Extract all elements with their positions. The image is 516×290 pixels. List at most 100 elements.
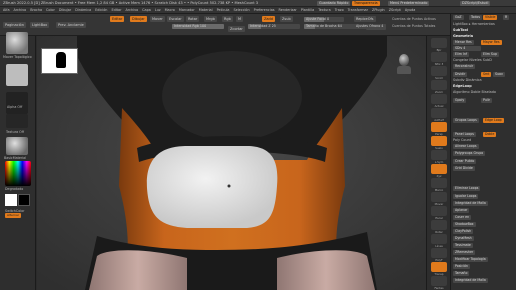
edgeloop-header[interactable]: EdgeLoop bbox=[453, 84, 472, 88]
scale-button[interactable]: Escalar bbox=[167, 16, 184, 22]
navigation-thumbnail[interactable] bbox=[41, 48, 78, 74]
visible-button[interactable]: Visible bbox=[483, 15, 498, 20]
align-loops-button[interactable]: Alinear Loops bbox=[453, 144, 479, 149]
dock-transp-button[interactable]: Transp bbox=[431, 262, 447, 276]
active-points-slider[interactable]: Ajustes Ofrono 4 bbox=[354, 24, 386, 29]
material-thumbnail[interactable] bbox=[6, 137, 28, 155]
gpoly-button[interactable]: Gpoly bbox=[453, 98, 467, 103]
polygroups-group-button[interactable]: Polygroups Grupo bbox=[453, 151, 486, 156]
menu-item[interactable]: Preferencias bbox=[254, 8, 275, 12]
menu-item[interactable]: Brocha bbox=[30, 8, 42, 12]
pagination-button[interactable]: Paginación bbox=[3, 22, 26, 28]
edit-button[interactable]: Editar bbox=[110, 16, 125, 22]
focal-shift-slider[interactable]: Ajuste Focal 0 bbox=[304, 17, 344, 22]
canvas-viewport[interactable] bbox=[37, 36, 426, 290]
stroke-thumbnail[interactable] bbox=[6, 64, 28, 86]
equal-loops-button[interactable]: Igualar Loops bbox=[453, 194, 479, 199]
grid-divide-button[interactable]: Grid Divide bbox=[453, 166, 475, 171]
menu-item[interactable]: Alfa bbox=[3, 8, 10, 12]
zscript-button[interactable]: DZScript/Estudi bbox=[460, 1, 491, 6]
zremesher-button[interactable]: ZRemesher bbox=[453, 250, 476, 255]
color-picker[interactable] bbox=[5, 161, 31, 186]
del-lower-button[interactable]: Elim Inf bbox=[453, 52, 469, 57]
zcut-button[interactable]: Zcortar bbox=[228, 26, 245, 32]
higher-res-button[interactable]: Mayor Res bbox=[481, 40, 502, 45]
menu-item[interactable]: ZScript bbox=[389, 8, 401, 12]
modify-topology-button[interactable]: Modificar Topología bbox=[453, 257, 488, 262]
zadd-button[interactable]: Zadd bbox=[262, 16, 275, 22]
dock-persp-button[interactable]: Persp bbox=[431, 122, 447, 136]
mesh-integrity-2-button[interactable]: Integridad de Malla bbox=[453, 278, 488, 283]
suv-toggle[interactable]: Suav bbox=[493, 72, 505, 77]
menu-item[interactable]: Renderizar bbox=[279, 8, 297, 12]
alpha-thumbnail[interactable] bbox=[6, 92, 28, 114]
brush-thumbnail[interactable] bbox=[6, 32, 28, 54]
menu-item[interactable]: Dibujar bbox=[59, 8, 71, 12]
dock-bpr-button[interactable]: Bpr bbox=[431, 38, 447, 52]
texture-thumbnail[interactable] bbox=[6, 114, 28, 128]
goz-button[interactable]: GoZ bbox=[453, 15, 464, 20]
dock-floor-button[interactable]: Suelo bbox=[431, 136, 447, 150]
sdiv-slider[interactable]: SDiv 4 bbox=[453, 46, 481, 51]
menu-item[interactable]: Macro bbox=[165, 8, 175, 12]
replace-button[interactable]: RepiceOfs bbox=[354, 16, 376, 22]
menu-item[interactable]: Textura bbox=[318, 8, 330, 12]
primary-color-swatch[interactable] bbox=[5, 194, 17, 206]
menu-item[interactable]: Plantilla bbox=[301, 8, 314, 12]
dock-ghost-button[interactable]: Fantas bbox=[431, 276, 447, 290]
menu-item[interactable]: Edición bbox=[95, 8, 107, 12]
mesh-integrity-button[interactable]: Integridad de Malla bbox=[453, 201, 488, 206]
claypolish-button[interactable]: ClayPolish bbox=[453, 229, 474, 234]
menu-item[interactable]: Archivo bbox=[125, 8, 138, 12]
rotate-button[interactable]: Rotar bbox=[186, 16, 200, 22]
size-button[interactable]: Tamaño bbox=[453, 271, 470, 276]
panel-loops-button[interactable]: Panel Loops bbox=[453, 132, 476, 137]
dock-polyf-button[interactable]: PolyF bbox=[431, 248, 447, 262]
smt-toggle[interactable]: Smt bbox=[481, 72, 492, 77]
dock-actual-button[interactable]: Actual bbox=[431, 94, 447, 108]
rgb-intensity-slider[interactable]: Intensidad Rgb 100 bbox=[172, 24, 224, 29]
tessimate-button[interactable]: Tessimate bbox=[453, 243, 473, 248]
menu-item[interactable]: Transformar bbox=[348, 8, 368, 12]
alternate-button[interactable]: Alternar bbox=[5, 213, 22, 218]
menu-item[interactable]: Dinámica bbox=[75, 8, 91, 12]
dock-rotate-button[interactable]: Rotar bbox=[431, 220, 447, 234]
move-button[interactable]: Mover bbox=[150, 16, 165, 22]
position-button[interactable]: Posición bbox=[453, 264, 470, 269]
geometry-header[interactable]: Geometría bbox=[453, 34, 473, 38]
dock-line-button[interactable]: Línea bbox=[431, 234, 447, 248]
menu-item[interactable]: Archivo bbox=[14, 8, 27, 12]
del-higher-button[interactable]: Elim Sup bbox=[481, 52, 499, 57]
dock-scale-button[interactable]: Escal bbox=[431, 206, 447, 220]
divide-button[interactable]: Dividir bbox=[453, 72, 468, 77]
dock-xyz-button[interactable]: Xyz bbox=[431, 164, 447, 178]
lightbox-tools-label[interactable]: LightBox ▸ Herramientas bbox=[453, 22, 495, 26]
mrgb-button[interactable]: Mrgb bbox=[204, 16, 217, 22]
menu-item[interactable]: Color bbox=[46, 8, 55, 12]
freeze-subd-button[interactable]: Congelar Niveles SubD bbox=[453, 58, 492, 62]
dock-lsym-button[interactable]: L.Sym bbox=[431, 150, 447, 164]
shadowbox-button[interactable]: ShadowBox bbox=[453, 222, 476, 227]
rgb-button[interactable]: Rgb bbox=[222, 16, 233, 22]
dock-aahalf-button[interactable]: AAHalf bbox=[431, 108, 447, 122]
z-intensity-slider[interactable]: Intensidad Z 25 bbox=[248, 24, 300, 29]
menu-item[interactable]: ZPlugin bbox=[372, 8, 385, 12]
r-button[interactable]: R bbox=[503, 15, 510, 20]
secondary-color-swatch[interactable] bbox=[18, 194, 30, 206]
transparency-button[interactable]: Transparencia bbox=[352, 1, 380, 6]
edge-loop-button[interactable]: Edge Loop bbox=[483, 118, 504, 123]
draw-button[interactable]: Dibujar bbox=[130, 16, 147, 22]
dynamesh-button[interactable]: DynaMesh bbox=[453, 236, 474, 241]
dock-spix-button[interactable]: SPix 3 bbox=[431, 52, 447, 66]
dock-frame-button[interactable]: Marco bbox=[431, 178, 447, 192]
menu-item[interactable]: Película bbox=[217, 8, 230, 12]
double-toggle[interactable]: Doble bbox=[483, 132, 497, 137]
menu-item[interactable]: Selección bbox=[234, 8, 250, 12]
dock-zoom-button[interactable]: Zoom bbox=[431, 80, 447, 94]
menu-item[interactable]: Material bbox=[199, 8, 213, 12]
groups-loops-button[interactable]: Grupos Loops bbox=[453, 118, 479, 123]
all-button[interactable]: Todos bbox=[469, 15, 482, 20]
dynamic-subdiv-header[interactable]: Subdiv Dinámica bbox=[453, 78, 482, 82]
menu-item[interactable]: Luz bbox=[155, 8, 161, 12]
create-polish-button[interactable]: Crear Pulido bbox=[453, 159, 477, 164]
